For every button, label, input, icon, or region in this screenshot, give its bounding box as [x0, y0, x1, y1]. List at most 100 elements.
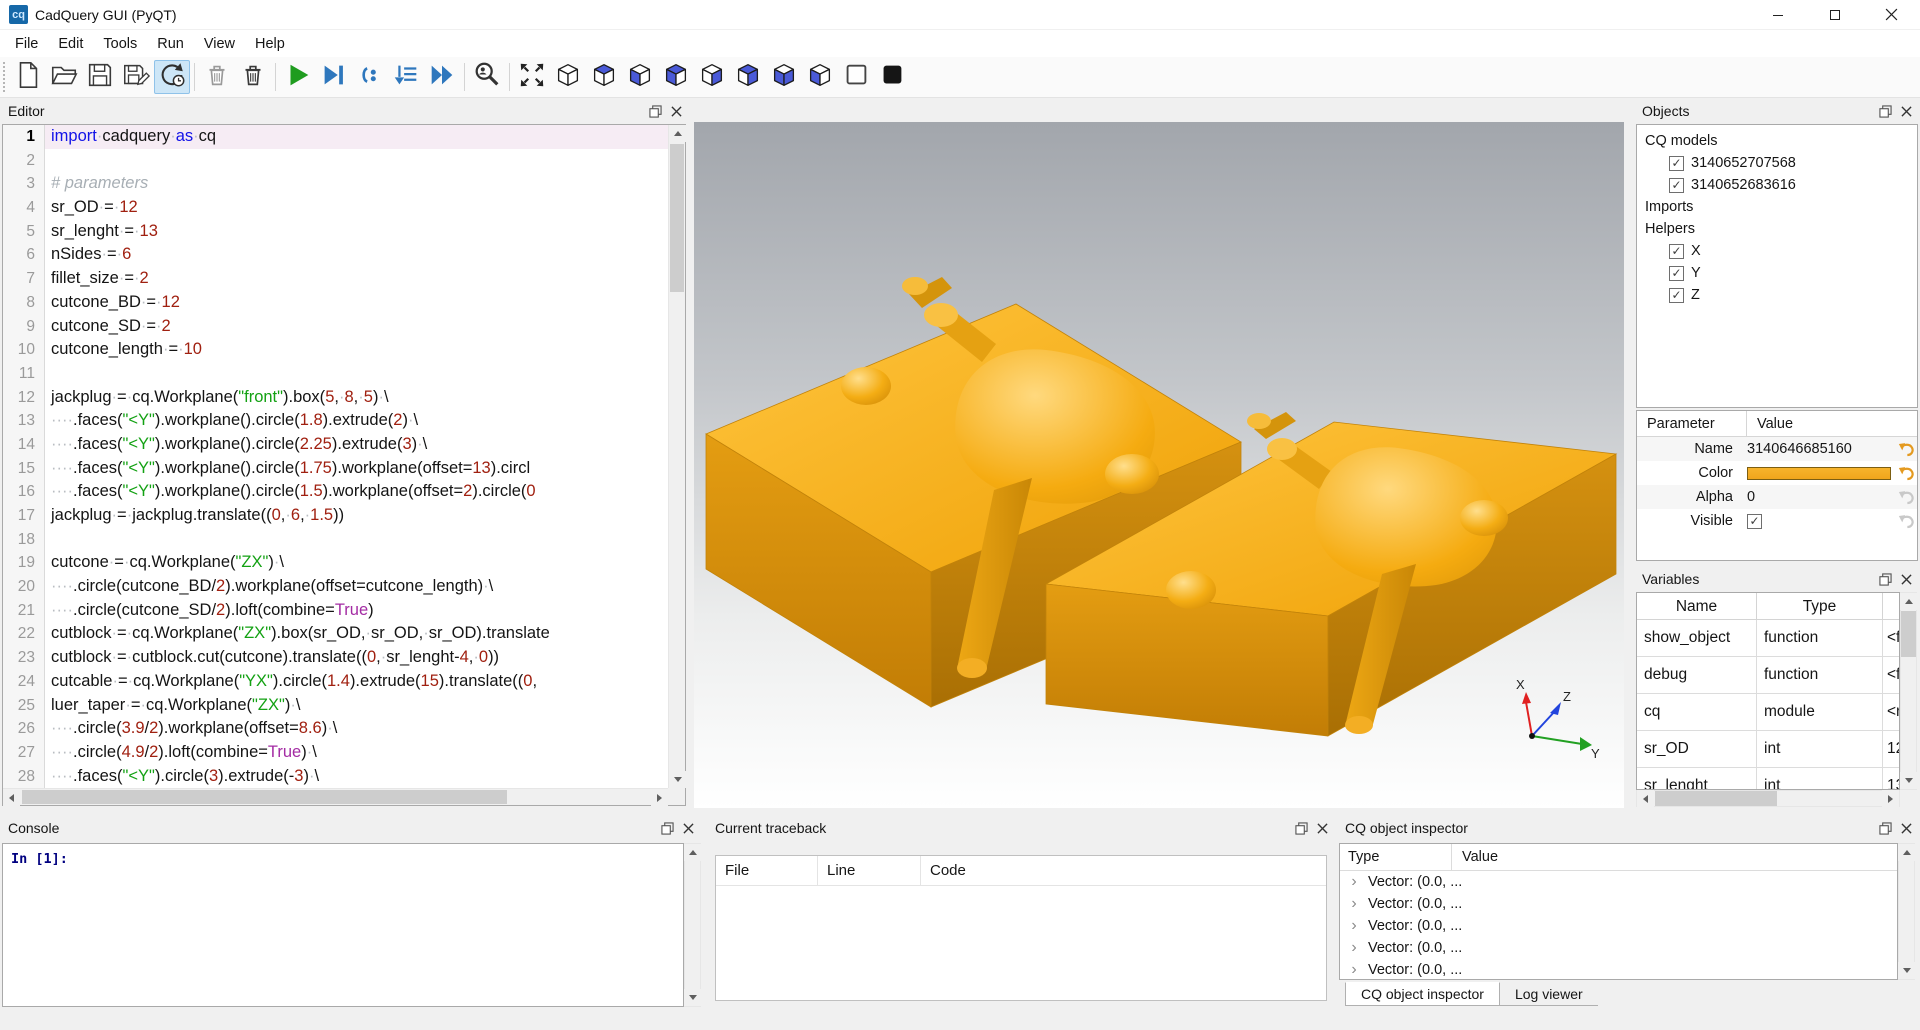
line-code[interactable]: cutcone·=·cq.Workplane("ZX")·\	[45, 551, 668, 575]
value-column-header[interactable]: Value	[1452, 849, 1498, 865]
tree-item-helpers[interactable]: Helpers	[1637, 218, 1917, 240]
line-code[interactable]: ····.faces("<Y").workplane().circle(2.25…	[45, 433, 668, 457]
line-code[interactable]: ····.circle(4.9/2).loft(combine=True)·\	[45, 741, 668, 765]
parameter-value[interactable]: 0	[1747, 489, 1896, 505]
editor-hscrollbar-thumb[interactable]	[22, 790, 507, 804]
front-view-button[interactable]	[730, 60, 766, 94]
line-code[interactable]: jackplug·=·jackplug.translate((0,·6,·1.5…	[45, 504, 668, 528]
scroll-right-button[interactable]	[651, 789, 668, 806]
close-button[interactable]	[1863, 0, 1920, 29]
scroll-up-button[interactable]	[1900, 593, 1917, 610]
viewport-3d[interactable]: X Z Y	[694, 122, 1624, 808]
line-code[interactable]	[45, 149, 668, 173]
undo-button[interactable]	[1896, 465, 1917, 482]
tree-item-x[interactable]: ✓X	[1637, 240, 1917, 262]
line-code[interactable]	[45, 528, 668, 552]
expand-chevron-icon[interactable]: ›	[1340, 940, 1368, 956]
tree-item-imports[interactable]: Imports	[1637, 196, 1917, 218]
file-column-header[interactable]: File	[716, 856, 818, 885]
variables-vscrollbar-thumb[interactable]	[1901, 611, 1916, 657]
line-code[interactable]: ····.circle(cutcone_SD/2).loft(combine=T…	[45, 599, 668, 623]
top-view-button[interactable]	[586, 60, 622, 94]
minimize-button[interactable]	[1749, 0, 1806, 29]
line-code[interactable]: cutcone_length·=·10	[45, 338, 668, 362]
line-code[interactable]: cutblock·=·cutblock.cut(cutcone).transla…	[45, 646, 668, 670]
parameter-value[interactable]: 3140646685160	[1747, 441, 1896, 457]
scroll-left-button[interactable]	[1637, 790, 1654, 807]
menu-item-view[interactable]: View	[194, 33, 245, 55]
line-code[interactable]: # parameters	[45, 172, 668, 196]
tree-checkbox[interactable]: ✓	[1669, 244, 1684, 259]
scroll-right-button[interactable]	[1882, 790, 1899, 807]
scroll-up-button[interactable]	[1898, 844, 1915, 861]
line-code[interactable]: ····.faces("<Y").workplane().circle(1.5)…	[45, 480, 668, 504]
line-code[interactable]	[45, 362, 668, 386]
scroll-up-button[interactable]	[669, 125, 686, 142]
expand-chevron-icon[interactable]: ›	[1340, 962, 1368, 978]
line-column-header[interactable]: Line	[818, 856, 921, 885]
toolbar-drag-handle[interactable]	[3, 62, 10, 92]
parameter-column-header[interactable]: Parameter	[1637, 411, 1747, 436]
bottom-view-button[interactable]	[622, 60, 658, 94]
menu-item-run[interactable]: Run	[147, 33, 194, 55]
line-code[interactable]: cutblock·=·cq.Workplane("ZX").box(sr_OD,…	[45, 622, 668, 646]
tree-checkbox[interactable]: ✓	[1669, 266, 1684, 281]
scroll-down-button[interactable]	[1898, 962, 1915, 979]
menu-item-tools[interactable]: Tools	[93, 33, 147, 55]
traceback-table-header[interactable]: File Line Code	[716, 856, 1326, 886]
tree-item-3140652707568[interactable]: ✓3140652707568	[1637, 152, 1917, 174]
iso2-view-button[interactable]	[802, 60, 838, 94]
debug-button[interactable]	[316, 60, 352, 94]
parameter-table-header[interactable]: Parameter Value	[1637, 411, 1917, 437]
wireframe-button[interactable]	[838, 60, 874, 94]
line-code[interactable]: ····.faces("<Y").workplane().circle(1.8)…	[45, 409, 668, 433]
tree-checkbox[interactable]: ✓	[1669, 288, 1684, 303]
line-code[interactable]: cutcable·=·cq.Workplane("YX").circle(1.4…	[45, 670, 668, 694]
step-button[interactable]	[352, 60, 388, 94]
menu-item-edit[interactable]: Edit	[48, 33, 93, 55]
save-button[interactable]	[82, 60, 118, 94]
name-column-header[interactable]: Name	[1637, 593, 1757, 619]
variables-table-header[interactable]: Name Type	[1637, 593, 1899, 620]
panel-close-button[interactable]	[1317, 823, 1328, 834]
panel-float-button[interactable]	[1879, 573, 1892, 586]
line-code[interactable]: ····.circle(3.9/2).workplane(offset=8.6)…	[45, 717, 668, 741]
menu-item-file[interactable]: File	[5, 33, 48, 55]
inspector-table-header[interactable]: Type Value	[1340, 844, 1897, 871]
scroll-down-button[interactable]	[684, 989, 701, 1006]
panel-float-button[interactable]	[661, 822, 674, 835]
visible-checkbox[interactable]: ✓	[1747, 514, 1762, 529]
line-code[interactable]: luer_taper·=·cq.Workplane("ZX")·\	[45, 694, 668, 718]
undo-button[interactable]	[1896, 441, 1917, 458]
tree-item-y[interactable]: ✓Y	[1637, 262, 1917, 284]
type-column-header[interactable]: Type	[1340, 844, 1452, 870]
open-button[interactable]	[46, 60, 82, 94]
panel-float-button[interactable]	[1879, 822, 1892, 835]
undo-button[interactable]	[1896, 513, 1917, 530]
expand-chevron-icon[interactable]: ›	[1340, 918, 1368, 934]
new-file-button[interactable]	[10, 60, 46, 94]
expand-chevron-icon[interactable]: ›	[1340, 896, 1368, 912]
line-code[interactable]: ····.circle(cutcone_BD/2).workplane(offs…	[45, 575, 668, 599]
line-code[interactable]: sr_lenght·=·13	[45, 220, 668, 244]
inspector-row[interactable]: ›Vector: (0.0, ...	[1340, 937, 1897, 959]
line-code[interactable]: ····.faces("<Y").circle(3).extrude(-3)·\	[45, 765, 668, 788]
variable-row-sr_OD[interactable]: sr_ODint12	[1637, 731, 1899, 768]
line-code[interactable]: cutcone_BD·=·12	[45, 291, 668, 315]
code-column-header[interactable]: Code	[921, 856, 1326, 885]
back-view-button[interactable]	[766, 60, 802, 94]
scroll-down-button[interactable]	[669, 771, 686, 788]
panel-float-button[interactable]	[649, 105, 662, 118]
panel-float-button[interactable]	[1879, 105, 1892, 118]
parameter-value[interactable]: ✓	[1747, 514, 1896, 529]
variable-row-cq[interactable]: cqmodule<m	[1637, 694, 1899, 731]
fit-view-button[interactable]	[514, 60, 550, 94]
tab-log-viewer[interactable]: Log viewer	[1500, 983, 1598, 1006]
shaded-button[interactable]	[874, 60, 910, 94]
screenshot-button[interactable]	[469, 60, 505, 94]
inspector-row[interactable]: ›Vector: (0.0, ...	[1340, 915, 1897, 937]
line-code[interactable]: sr_OD·=·12	[45, 196, 668, 220]
code-area[interactable]: 1import·cadquery·as·cq23# parameters4sr_…	[3, 125, 668, 788]
tree-checkbox[interactable]: ✓	[1669, 178, 1684, 193]
left-view-button[interactable]	[658, 60, 694, 94]
